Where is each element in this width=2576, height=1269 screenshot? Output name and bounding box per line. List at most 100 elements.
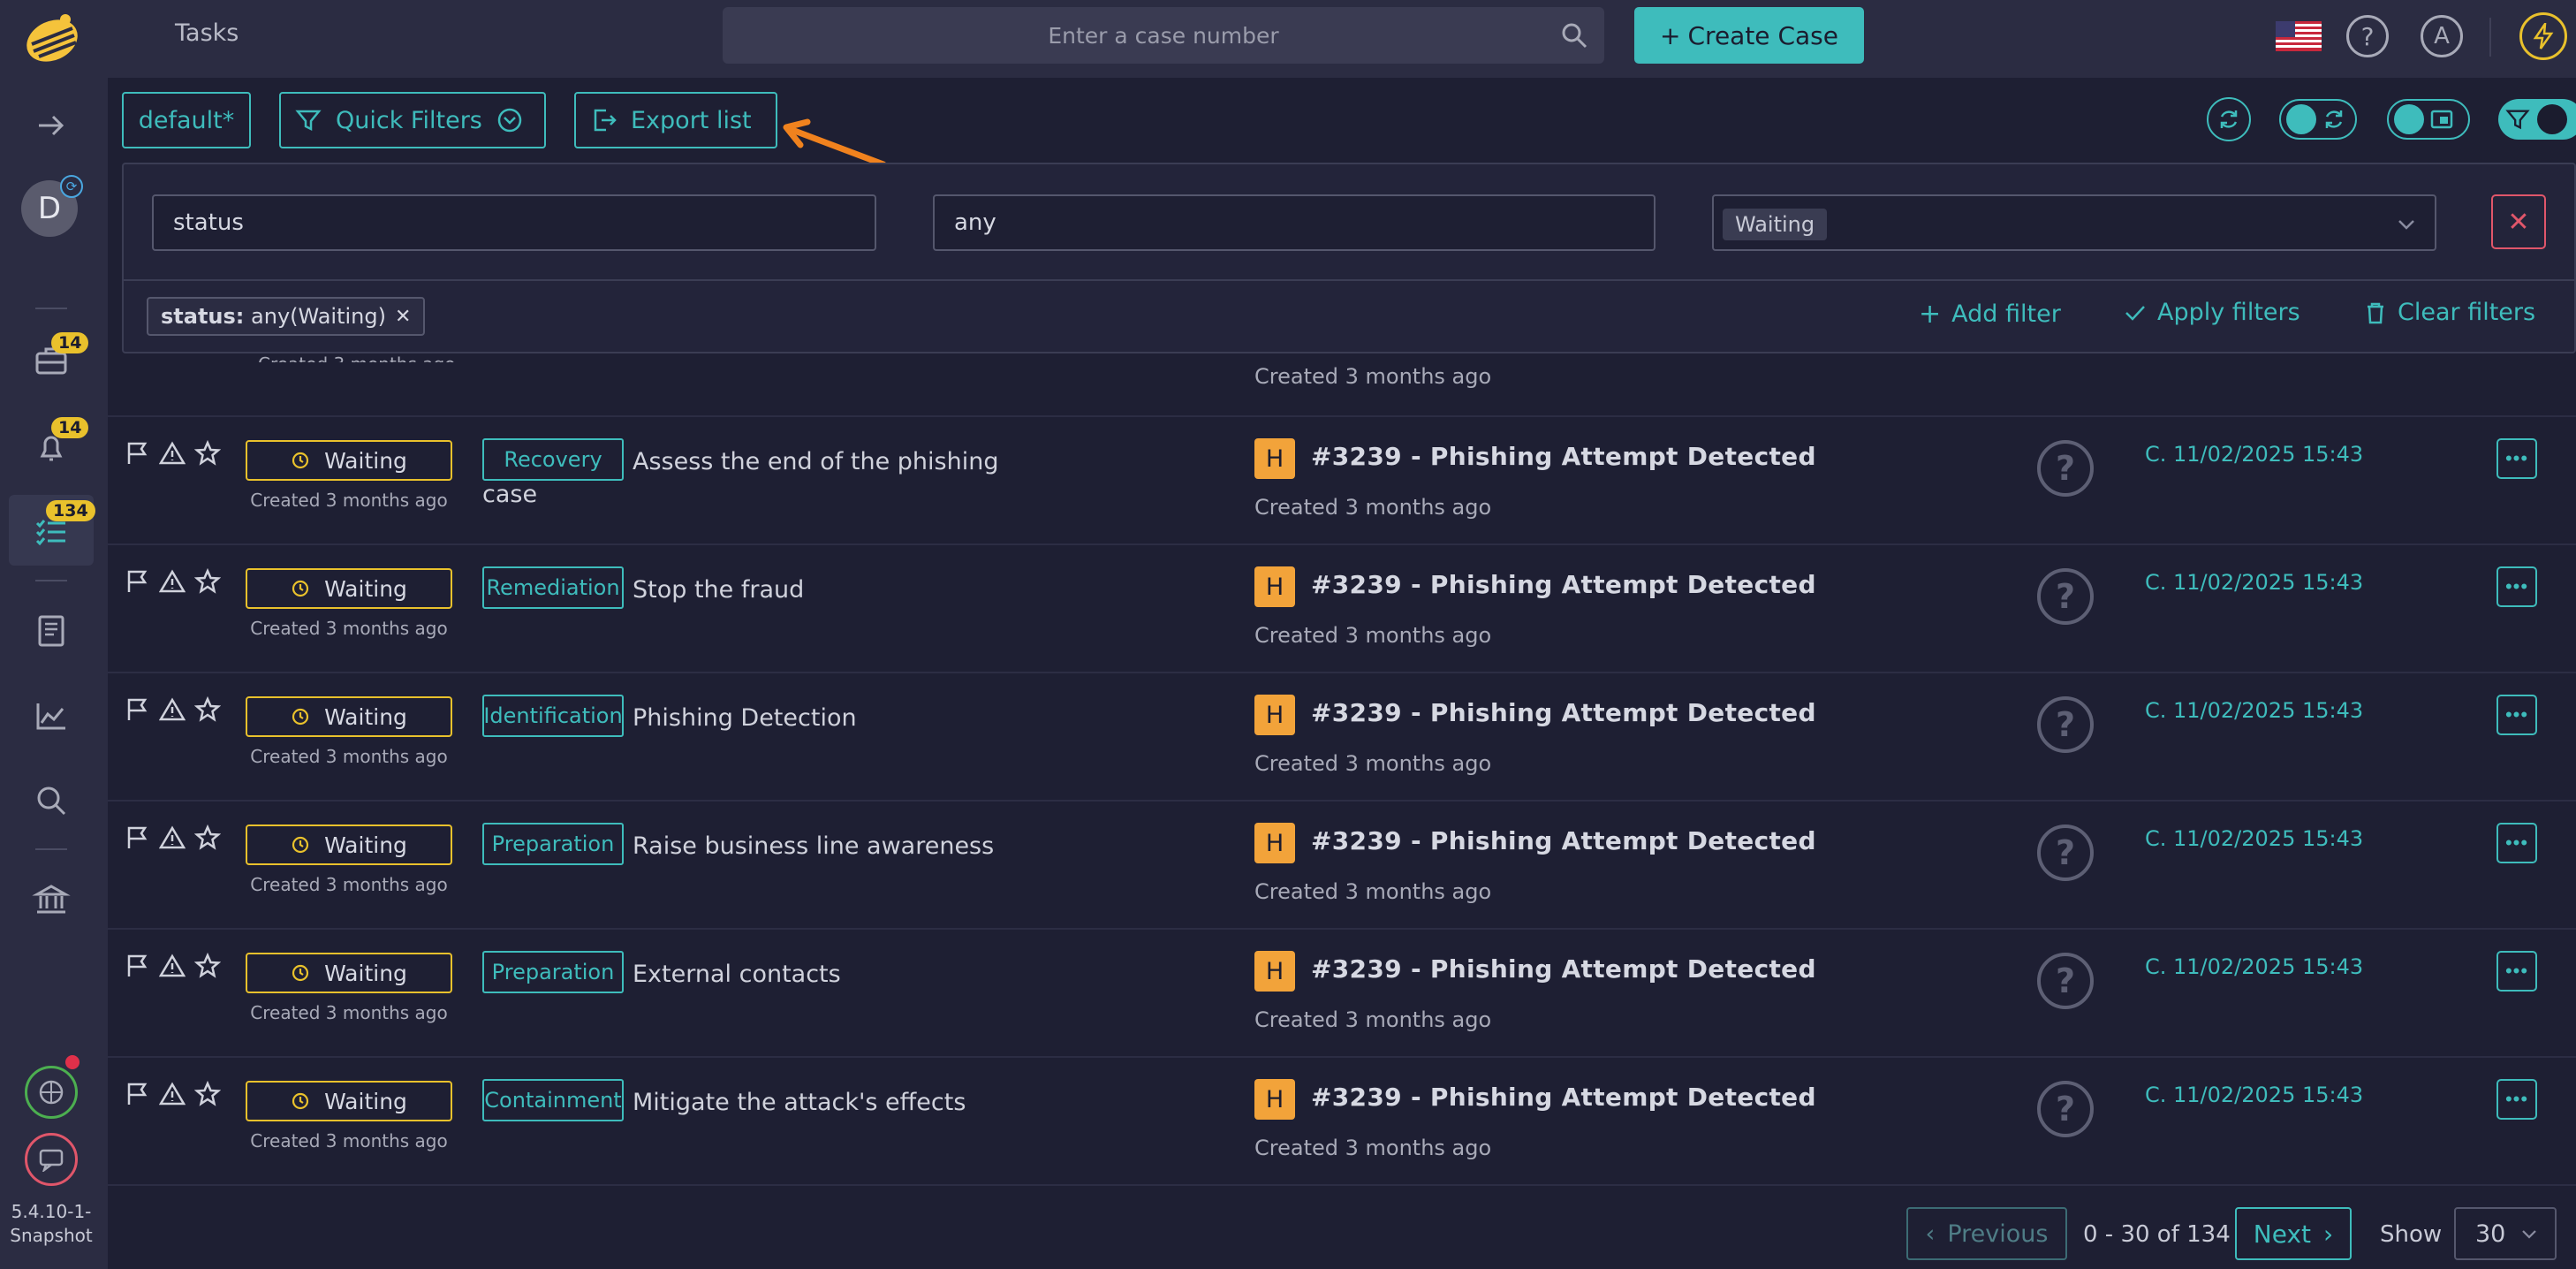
case-link[interactable]: #3239 - Phishing Attempt Detected: [1311, 826, 1816, 855]
warning-icon[interactable]: [159, 696, 186, 723]
category-tag[interactable]: Containment: [482, 1079, 624, 1121]
task-title[interactable]: Phishing Detection: [633, 700, 857, 737]
category-tag[interactable]: Recovery: [482, 438, 624, 481]
table-row[interactable]: Waiting Created 3 months ago Identificat…: [108, 672, 2576, 800]
star-icon[interactable]: [194, 440, 221, 467]
us-flag-icon[interactable]: [2276, 21, 2322, 51]
warning-icon[interactable]: [159, 824, 186, 851]
warning-icon[interactable]: [159, 953, 186, 979]
case-link[interactable]: #3239 - Phishing Attempt Detected: [1311, 442, 1816, 471]
unassigned-icon[interactable]: ?: [2037, 1081, 2094, 1137]
status-badge[interactable]: Waiting: [246, 1081, 452, 1121]
create-case-label: Create Case: [1687, 20, 1838, 50]
star-icon[interactable]: [194, 953, 221, 979]
filter-panel-toggle[interactable]: [2498, 99, 2576, 140]
category-tag[interactable]: Preparation: [482, 823, 624, 865]
status-badge[interactable]: Waiting: [246, 568, 452, 609]
warning-icon[interactable]: [159, 1081, 186, 1107]
filter-preset-button[interactable]: default*: [122, 92, 251, 148]
star-icon[interactable]: [194, 696, 221, 723]
warning-icon[interactable]: [159, 568, 186, 595]
remove-filter-button[interactable]: ✕: [2491, 194, 2546, 249]
filter-operator-input[interactable]: [935, 196, 1654, 249]
help-icon[interactable]: ?: [2346, 15, 2389, 57]
unassigned-icon[interactable]: ?: [2037, 953, 2094, 1009]
chat-icon[interactable]: [25, 1133, 78, 1186]
bank-icon[interactable]: [32, 880, 71, 919]
plus-icon: +: [1660, 20, 1681, 50]
quick-filters-button[interactable]: Quick Filters: [279, 92, 546, 148]
star-icon[interactable]: [194, 824, 221, 851]
arrow-right-icon[interactable]: [32, 106, 71, 145]
category-tag[interactable]: Remediation: [482, 566, 624, 609]
task-title[interactable]: Mitigate the attack's effects: [633, 1084, 966, 1121]
table-row[interactable]: Waiting Created 3 months ago Remediation…: [108, 543, 2576, 672]
unassigned-icon[interactable]: ?: [2037, 440, 2094, 497]
active-filter-chip[interactable]: status: any(Waiting) ✕: [147, 297, 426, 336]
flag-icon[interactable]: [124, 568, 150, 595]
more-actions-button[interactable]: •••: [2496, 438, 2537, 479]
unassigned-icon[interactable]: ?: [2037, 824, 2094, 881]
refresh-icon[interactable]: [2207, 97, 2251, 141]
case-link[interactable]: #3239 - Phishing Attempt Detected: [1311, 570, 1816, 599]
chart-icon[interactable]: [32, 696, 71, 735]
filter-value-select[interactable]: Waiting: [1712, 194, 2436, 251]
status-label: Waiting: [324, 703, 407, 730]
table-row[interactable]: Waiting Created 3 months ago Containment…: [108, 1056, 2576, 1184]
logo-icon[interactable]: [21, 9, 83, 67]
bolt-icon[interactable]: [2519, 12, 2567, 60]
close-icon[interactable]: ✕: [395, 306, 411, 328]
flag-icon[interactable]: [124, 953, 150, 979]
case-link[interactable]: #3239 - Phishing Attempt Detected: [1311, 698, 1816, 727]
star-icon[interactable]: [194, 568, 221, 595]
chevron-down-icon[interactable]: [2394, 212, 2419, 237]
task-title[interactable]: Assess the end of the phishing: [633, 444, 998, 481]
flag-icon[interactable]: [124, 1081, 150, 1107]
page-size-select[interactable]: 30: [2454, 1207, 2557, 1260]
table-row[interactable]: Waiting Created 3 months ago Preparation…: [108, 928, 2576, 1056]
apply-filters-button[interactable]: Apply filters: [2124, 299, 2300, 326]
clear-filters-button[interactable]: Clear filters: [2364, 299, 2535, 326]
unassigned-icon[interactable]: ?: [2037, 568, 2094, 625]
add-filter-button[interactable]: + Add filter: [1919, 299, 2061, 330]
filter-field-input[interactable]: [154, 196, 875, 249]
auto-refresh-toggle[interactable]: [2279, 99, 2357, 140]
status-badge[interactable]: Waiting: [246, 440, 452, 481]
create-case-button[interactable]: + Create Case: [1634, 7, 1864, 64]
warning-icon[interactable]: [159, 440, 186, 467]
task-title[interactable]: Stop the fraud: [633, 572, 804, 609]
more-actions-button[interactable]: •••: [2496, 695, 2537, 735]
task-date: C. 11/02/2025 15:43: [2145, 570, 2364, 595]
export-list-button[interactable]: Export list: [574, 92, 777, 148]
table-row[interactable]: Waiting Created 3 months ago Preparation…: [108, 800, 2576, 928]
flag-icon[interactable]: [124, 696, 150, 723]
search-icon[interactable]: [32, 781, 71, 820]
more-actions-button[interactable]: •••: [2496, 566, 2537, 607]
case-number-input[interactable]: [723, 7, 1604, 64]
category-tag[interactable]: Preparation: [482, 951, 624, 993]
more-actions-button[interactable]: •••: [2496, 951, 2537, 992]
status-badge[interactable]: Waiting: [246, 953, 452, 993]
previous-page-button[interactable]: ‹ Previous: [1906, 1207, 2067, 1260]
case-link[interactable]: #3239 - Phishing Attempt Detected: [1311, 954, 1816, 984]
next-page-button[interactable]: Next ›: [2235, 1207, 2352, 1260]
table-row[interactable]: Waiting Created 3 months ago Recovery As…: [108, 415, 2576, 543]
status-badge[interactable]: Waiting: [246, 696, 452, 737]
flag-icon[interactable]: [124, 824, 150, 851]
star-icon[interactable]: [194, 1081, 221, 1107]
brain-icon[interactable]: [25, 1066, 78, 1119]
more-actions-button[interactable]: •••: [2496, 1079, 2537, 1120]
search-icon[interactable]: [1560, 21, 1588, 49]
task-title[interactable]: External contacts: [633, 956, 841, 993]
status-badge[interactable]: Waiting: [246, 824, 452, 865]
task-title[interactable]: Raise business line awareness: [633, 828, 994, 865]
unassigned-icon[interactable]: ?: [2037, 696, 2094, 753]
flag-icon[interactable]: [124, 440, 150, 467]
selected-value-chip[interactable]: Waiting: [1723, 209, 1828, 240]
user-avatar[interactable]: A: [2421, 15, 2463, 57]
case-link[interactable]: #3239 - Phishing Attempt Detected: [1311, 1083, 1816, 1112]
category-tag[interactable]: Identification: [482, 695, 624, 737]
preview-toggle[interactable]: [2387, 99, 2470, 140]
more-actions-button[interactable]: •••: [2496, 823, 2537, 863]
book-icon[interactable]: [32, 612, 71, 650]
